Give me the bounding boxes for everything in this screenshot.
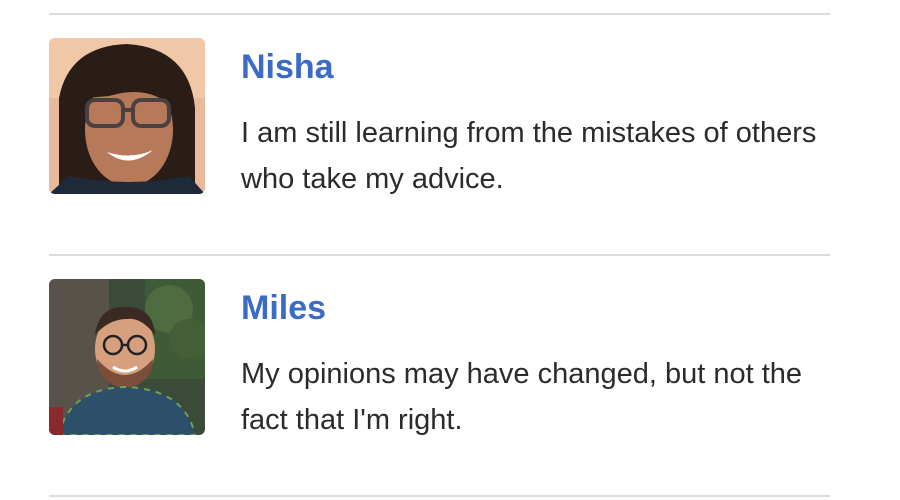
avatar[interactable] [49,38,205,194]
divider-middle [49,254,830,256]
comment-text: My opinions may have changed, but not th… [241,358,803,436]
comment-author-link[interactable]: Miles [241,287,326,329]
user-avatar-photo-icon [49,279,205,435]
divider-top [49,13,830,15]
user-avatar-photo-icon [49,38,205,194]
avatar[interactable] [49,279,205,435]
divider-bottom [49,495,830,497]
comment-author-link[interactable]: Nisha [241,46,334,88]
comment-text: I am still learning from the mistakes of… [241,117,817,195]
